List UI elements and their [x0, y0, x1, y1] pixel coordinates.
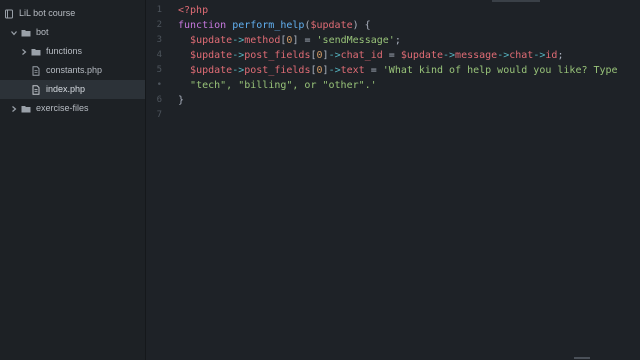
tree-root-label: LiL bot course [19, 8, 76, 18]
tree-item-index[interactable]: index.php [0, 80, 145, 99]
code-token: = [364, 65, 383, 76]
code-token: = [382, 50, 401, 61]
code-token: id [545, 50, 558, 61]
code-token: ; [394, 35, 401, 46]
code-text: <?php [178, 3, 208, 18]
tree-root[interactable]: LiL bot course [0, 4, 145, 23]
line-number: 3 [156, 35, 162, 45]
tree-item-functions[interactable]: functions [0, 42, 145, 61]
code-text: $update->method[0] = 'sendMessage'; [178, 33, 401, 48]
code-token: $update [190, 65, 233, 76]
line-number: 4 [156, 50, 162, 60]
tree-item-constants[interactable]: constants.php [0, 61, 145, 80]
code-token: $update [190, 50, 233, 61]
code-line[interactable]: 2 function perform_help($update) { [146, 18, 640, 33]
code-line[interactable]: 4 $update->post_fields[0]->chat_id = $up… [146, 48, 640, 63]
code-line[interactable]: 5 $update->post_fields[0]->text = 'What … [146, 63, 640, 78]
atom-editor-window: LiL bot course bot functions constants.p… [0, 0, 640, 360]
line-number: 7 [156, 110, 162, 120]
code-line[interactable]: 1 <?php [146, 3, 640, 18]
code-token: -> [443, 50, 456, 61]
code-token: $update [400, 50, 443, 61]
code-text: $update->post_fields[0]->text = 'What ki… [178, 63, 618, 78]
code-token: post_fields [244, 65, 311, 76]
tree-item-bot[interactable]: bot [0, 23, 145, 42]
code-token: } [178, 95, 185, 106]
tree-item-label: constants.php [46, 65, 103, 75]
code-token: -> [232, 50, 245, 61]
code-line[interactable]: 7 [146, 108, 640, 123]
code-token: -> [328, 50, 341, 61]
code-token: text [340, 65, 365, 76]
code-token: chat_id [340, 50, 383, 61]
code-token: 'What kind of help would you like? Type [382, 65, 618, 76]
tree-item-exercise-files[interactable]: exercise-files [0, 99, 145, 118]
repo-icon [4, 9, 14, 19]
code-token: -> [497, 50, 510, 61]
code-token: ) { [352, 20, 371, 31]
code-text: $update->post_fields[0]->chat_id = $upda… [178, 48, 563, 63]
code-token: chat [509, 50, 534, 61]
code-token: ; [557, 50, 564, 61]
code-token: perform_help [232, 20, 305, 31]
code-line[interactable]: 6} [146, 93, 640, 108]
code-editor[interactable]: 1 <?php 2 function perform_help($update) {3… [146, 0, 640, 360]
line-number: 2 [156, 20, 162, 30]
code-token: message [455, 50, 498, 61]
tree-view: LiL bot course bot functions constants.p… [0, 0, 146, 360]
code-token: -> [328, 65, 341, 76]
code-token: -> [533, 50, 546, 61]
code-token: $update [310, 20, 353, 31]
code-token: -> [232, 65, 245, 76]
code-token: function [178, 20, 233, 31]
code-line[interactable]: • "tech", "billing", or "other".' [146, 78, 640, 93]
code-token: method [244, 35, 281, 46]
folder-open-icon [21, 28, 31, 38]
code-token: "tech", "billing", or "other".' [190, 80, 377, 91]
chevron-down-icon[interactable] [10, 29, 18, 37]
folder-icon [21, 104, 31, 114]
tree-item-label: bot [36, 27, 49, 37]
code-text: } [178, 93, 184, 108]
folder-icon [31, 47, 41, 57]
code-token: post_fields [244, 50, 311, 61]
code-token: $update [190, 35, 233, 46]
line-number: 6 [156, 95, 162, 105]
code-token: -> [232, 35, 245, 46]
line-number: • [156, 80, 162, 90]
code-token: <?php [178, 5, 209, 16]
code-text: function perform_help($update) { [178, 18, 371, 33]
code-token: 'sendMessage' [316, 35, 395, 46]
line-number: 5 [156, 65, 162, 75]
code-line[interactable]: 3 $update->method[0] = 'sendMessage'; [146, 33, 640, 48]
file-icon [31, 65, 41, 76]
chevron-right-icon[interactable] [10, 105, 18, 113]
code-token: ] = [292, 35, 317, 46]
status-marker [574, 357, 590, 359]
code-text: "tech", "billing", or "other".' [178, 78, 377, 93]
line-number: 1 [156, 5, 162, 15]
chevron-right-icon[interactable] [20, 48, 28, 56]
tab-indicator [492, 0, 540, 2]
tree-item-label: exercise-files [36, 103, 89, 113]
tree-item-label: index.php [46, 84, 86, 94]
tree-item-label: functions [46, 46, 83, 56]
file-icon [31, 84, 41, 95]
